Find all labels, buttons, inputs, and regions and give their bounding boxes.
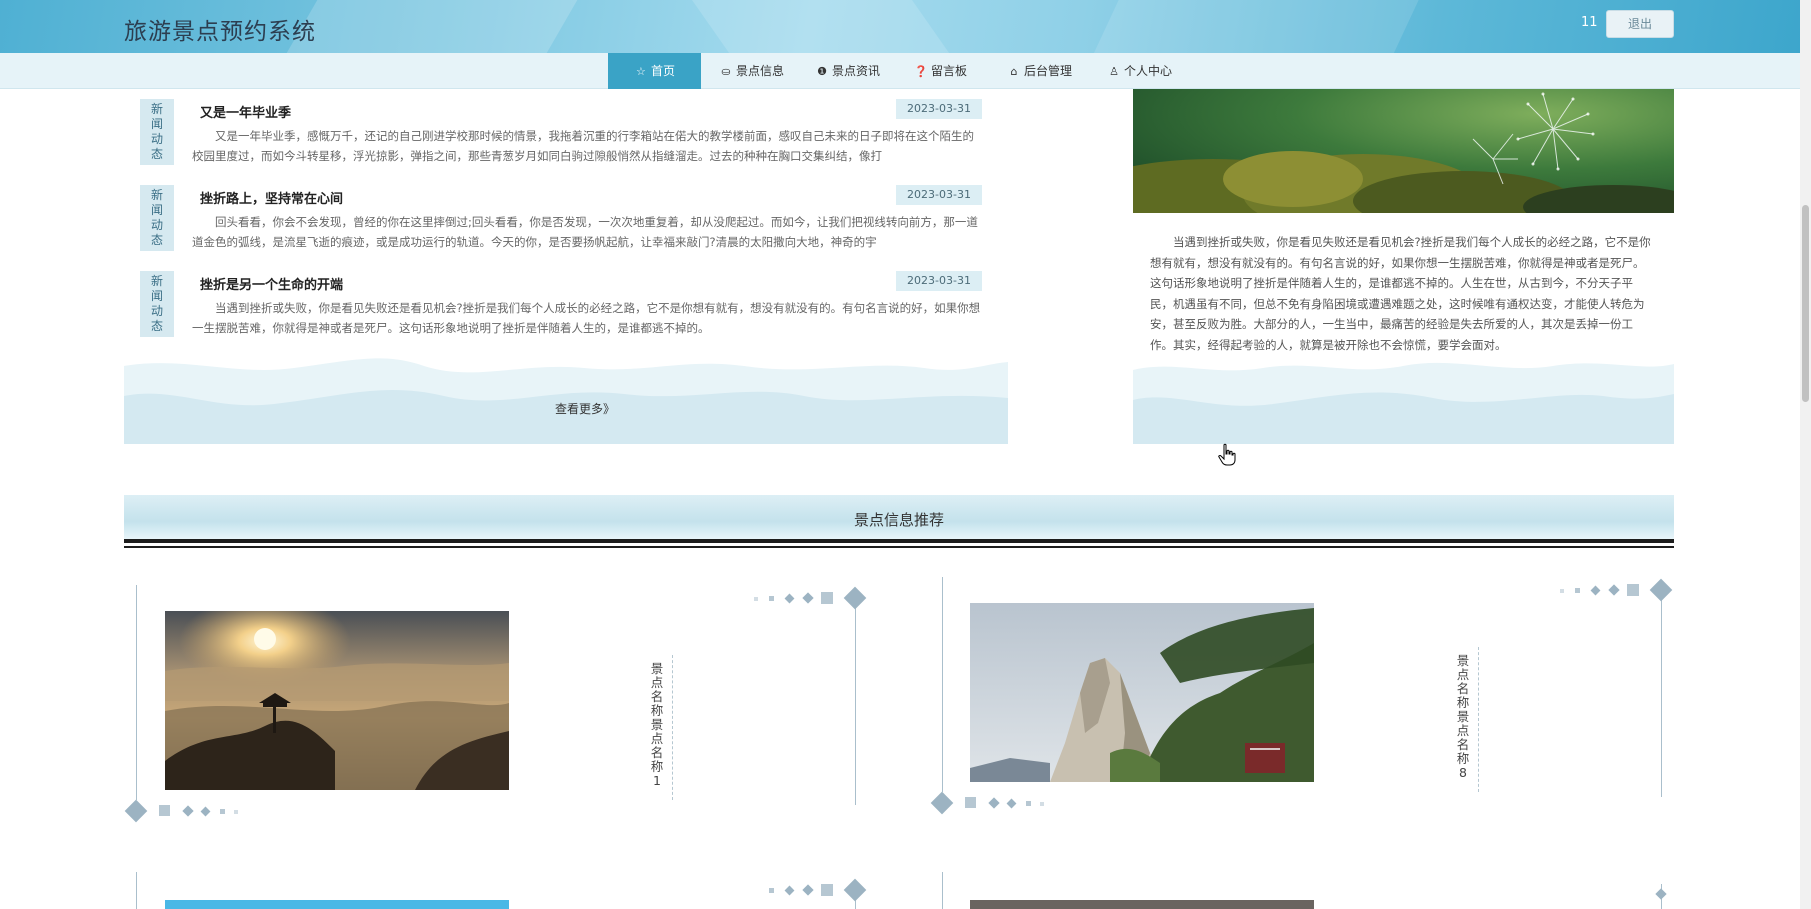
list-item[interactable]: 新闻动态 挫折路上，坚持常在心间 2023-03-31 回头看看，你会不会发现，…	[140, 185, 982, 265]
section-title-bar: 景点信息推荐	[124, 495, 1674, 548]
header-decoration	[677, 0, 983, 53]
card-line	[1661, 592, 1662, 797]
hand-cursor-icon	[1218, 443, 1236, 466]
diamond-ornament	[182, 805, 194, 817]
diamond-ornament	[1649, 578, 1673, 602]
card-line	[942, 872, 943, 909]
square-ornament	[159, 805, 170, 816]
scenic-card[interactable]	[124, 872, 867, 909]
card-line	[942, 577, 943, 792]
card-dash-line	[1478, 647, 1479, 792]
question-icon: ❓	[914, 65, 928, 78]
card-dash-line	[672, 655, 673, 800]
scenic-photo[interactable]	[165, 900, 509, 909]
news-summary: 当遇到挫折或失败，你是看见失败还是看见机会?挫折是我们每个人成长的必经之路，它不…	[192, 301, 981, 335]
diamond-ornament	[1608, 584, 1620, 596]
scenic-card[interactable]: 景点名称景点名称1	[124, 580, 867, 825]
wave-decoration	[1133, 362, 1674, 444]
news-title[interactable]: 挫折是另一个生命的开端	[200, 274, 343, 293]
scenic-name[interactable]: 景点名称景点名称1	[649, 662, 665, 788]
header-decoration	[1067, 0, 1433, 53]
square-ornament	[769, 596, 774, 601]
scenic-photo[interactable]	[970, 900, 1314, 909]
news-tag: 新闻动态	[140, 271, 174, 337]
feature-image[interactable]	[1133, 89, 1674, 213]
square-ornament	[769, 888, 774, 893]
card-line	[136, 585, 137, 800]
square-ornament	[821, 592, 833, 604]
nav-item-admin[interactable]: ⌂ 后台管理	[1007, 53, 1073, 89]
news-tag: 新闻动态	[140, 185, 174, 251]
scenic-photo[interactable]	[970, 603, 1314, 782]
square-ornament	[220, 809, 225, 814]
square-ornament	[965, 797, 976, 808]
page-scrollbar[interactable]	[1800, 0, 1811, 909]
diamond-ornament	[784, 885, 795, 896]
user-name: 11	[1581, 15, 1598, 30]
diamond-ornament	[988, 797, 1000, 809]
section-title: 景点信息推荐	[853, 511, 944, 529]
news-title[interactable]: 挫折路上，坚持常在心间	[200, 188, 343, 207]
diamond-ornament	[930, 791, 954, 815]
main-nav: ☆ 首页 ⛀ 景点信息 ❶ 景点资讯 ❓ 留言板 ⌂ 后台管理 ♙ 个人中心	[0, 53, 1800, 89]
sunset-mountain-image	[165, 611, 509, 790]
diamond-ornament	[843, 878, 867, 902]
diamond-ornament	[802, 884, 814, 896]
scenic-card[interactable]: 景点名称景点名称8	[930, 572, 1673, 817]
square-ornament	[1627, 584, 1639, 596]
info-icon: ❶	[817, 65, 827, 78]
card-line	[855, 600, 856, 805]
scenic-photo[interactable]	[165, 611, 509, 790]
nav-item-scenic-info[interactable]: ⛀ 景点信息	[719, 53, 784, 89]
diamond-ornament	[1006, 798, 1017, 809]
card-line	[136, 872, 137, 909]
square-ornament	[754, 597, 758, 601]
square-ornament	[1040, 802, 1044, 806]
square-ornament	[1560, 589, 1564, 593]
news-date: 2023-03-31	[896, 271, 982, 291]
cliff-mountain-image	[970, 603, 1314, 782]
diamond-ornament	[843, 586, 867, 610]
gift-icon: ⌂	[1010, 65, 1018, 78]
nav-item-scenic-news[interactable]: ❶ 景点资讯	[815, 53, 880, 89]
logout-button[interactable]: 退出	[1606, 10, 1674, 38]
diamond-ornament	[1590, 585, 1601, 596]
square-ornament	[821, 884, 833, 896]
scrollbar-thumb[interactable]	[1802, 205, 1809, 402]
diamond-ornament	[124, 799, 148, 823]
list-item[interactable]: 新闻动态 挫折是另一个生命的开端 2023-03-31 当遇到挫折或失败，你是看…	[140, 271, 982, 351]
bag-icon: ⛀	[721, 65, 731, 78]
diamond-ornament	[1655, 888, 1667, 900]
scenic-name[interactable]: 景点名称景点名称8	[1455, 654, 1471, 780]
diamond-ornament	[200, 806, 211, 817]
site-title: 旅游景点预约系统	[124, 19, 316, 45]
news-summary: 回头看看，你会不会发现，曾经的你在这里摔倒过;回头看看，你是否发现，一次次地重复…	[192, 215, 978, 249]
news-summary: 又是一年毕业季，感慨万千，还记的自己刚进学校那时候的情景，我拖着沉重的行李箱站在…	[192, 129, 974, 163]
scenic-card[interactable]	[930, 872, 1670, 909]
star-icon: ☆	[636, 65, 646, 78]
diamond-ornament	[802, 592, 814, 604]
news-tag: 新闻动态	[140, 99, 174, 165]
nav-item-home[interactable]: ☆ 首页	[608, 53, 701, 89]
diamond-ornament	[784, 593, 795, 604]
news-date: 2023-03-31	[896, 99, 982, 119]
nav-item-profile[interactable]: ♙ 个人中心	[1107, 53, 1172, 89]
news-title[interactable]: 又是一年毕业季	[200, 102, 291, 121]
square-ornament	[1575, 588, 1580, 593]
user-icon: ♙	[1109, 65, 1119, 78]
news-date: 2023-03-31	[896, 185, 982, 205]
feature-text: 当遇到挫折或失败，你是看见失败还是看见机会?挫折是我们每个人成长的必经之路，它不…	[1150, 235, 1651, 352]
nav-item-message-board[interactable]: ❓ 留言板	[914, 53, 967, 89]
moss-dandelion-image	[1133, 89, 1674, 213]
list-item[interactable]: 新闻动态 又是一年毕业季 2023-03-31 又是一年毕业季，感慨万千，还记的…	[140, 99, 982, 179]
square-ornament	[234, 810, 238, 814]
top-header: 旅游景点预约系统 11 退出	[0, 0, 1800, 53]
view-more-link[interactable]: 查看更多》	[555, 400, 615, 417]
square-ornament	[1026, 801, 1031, 806]
